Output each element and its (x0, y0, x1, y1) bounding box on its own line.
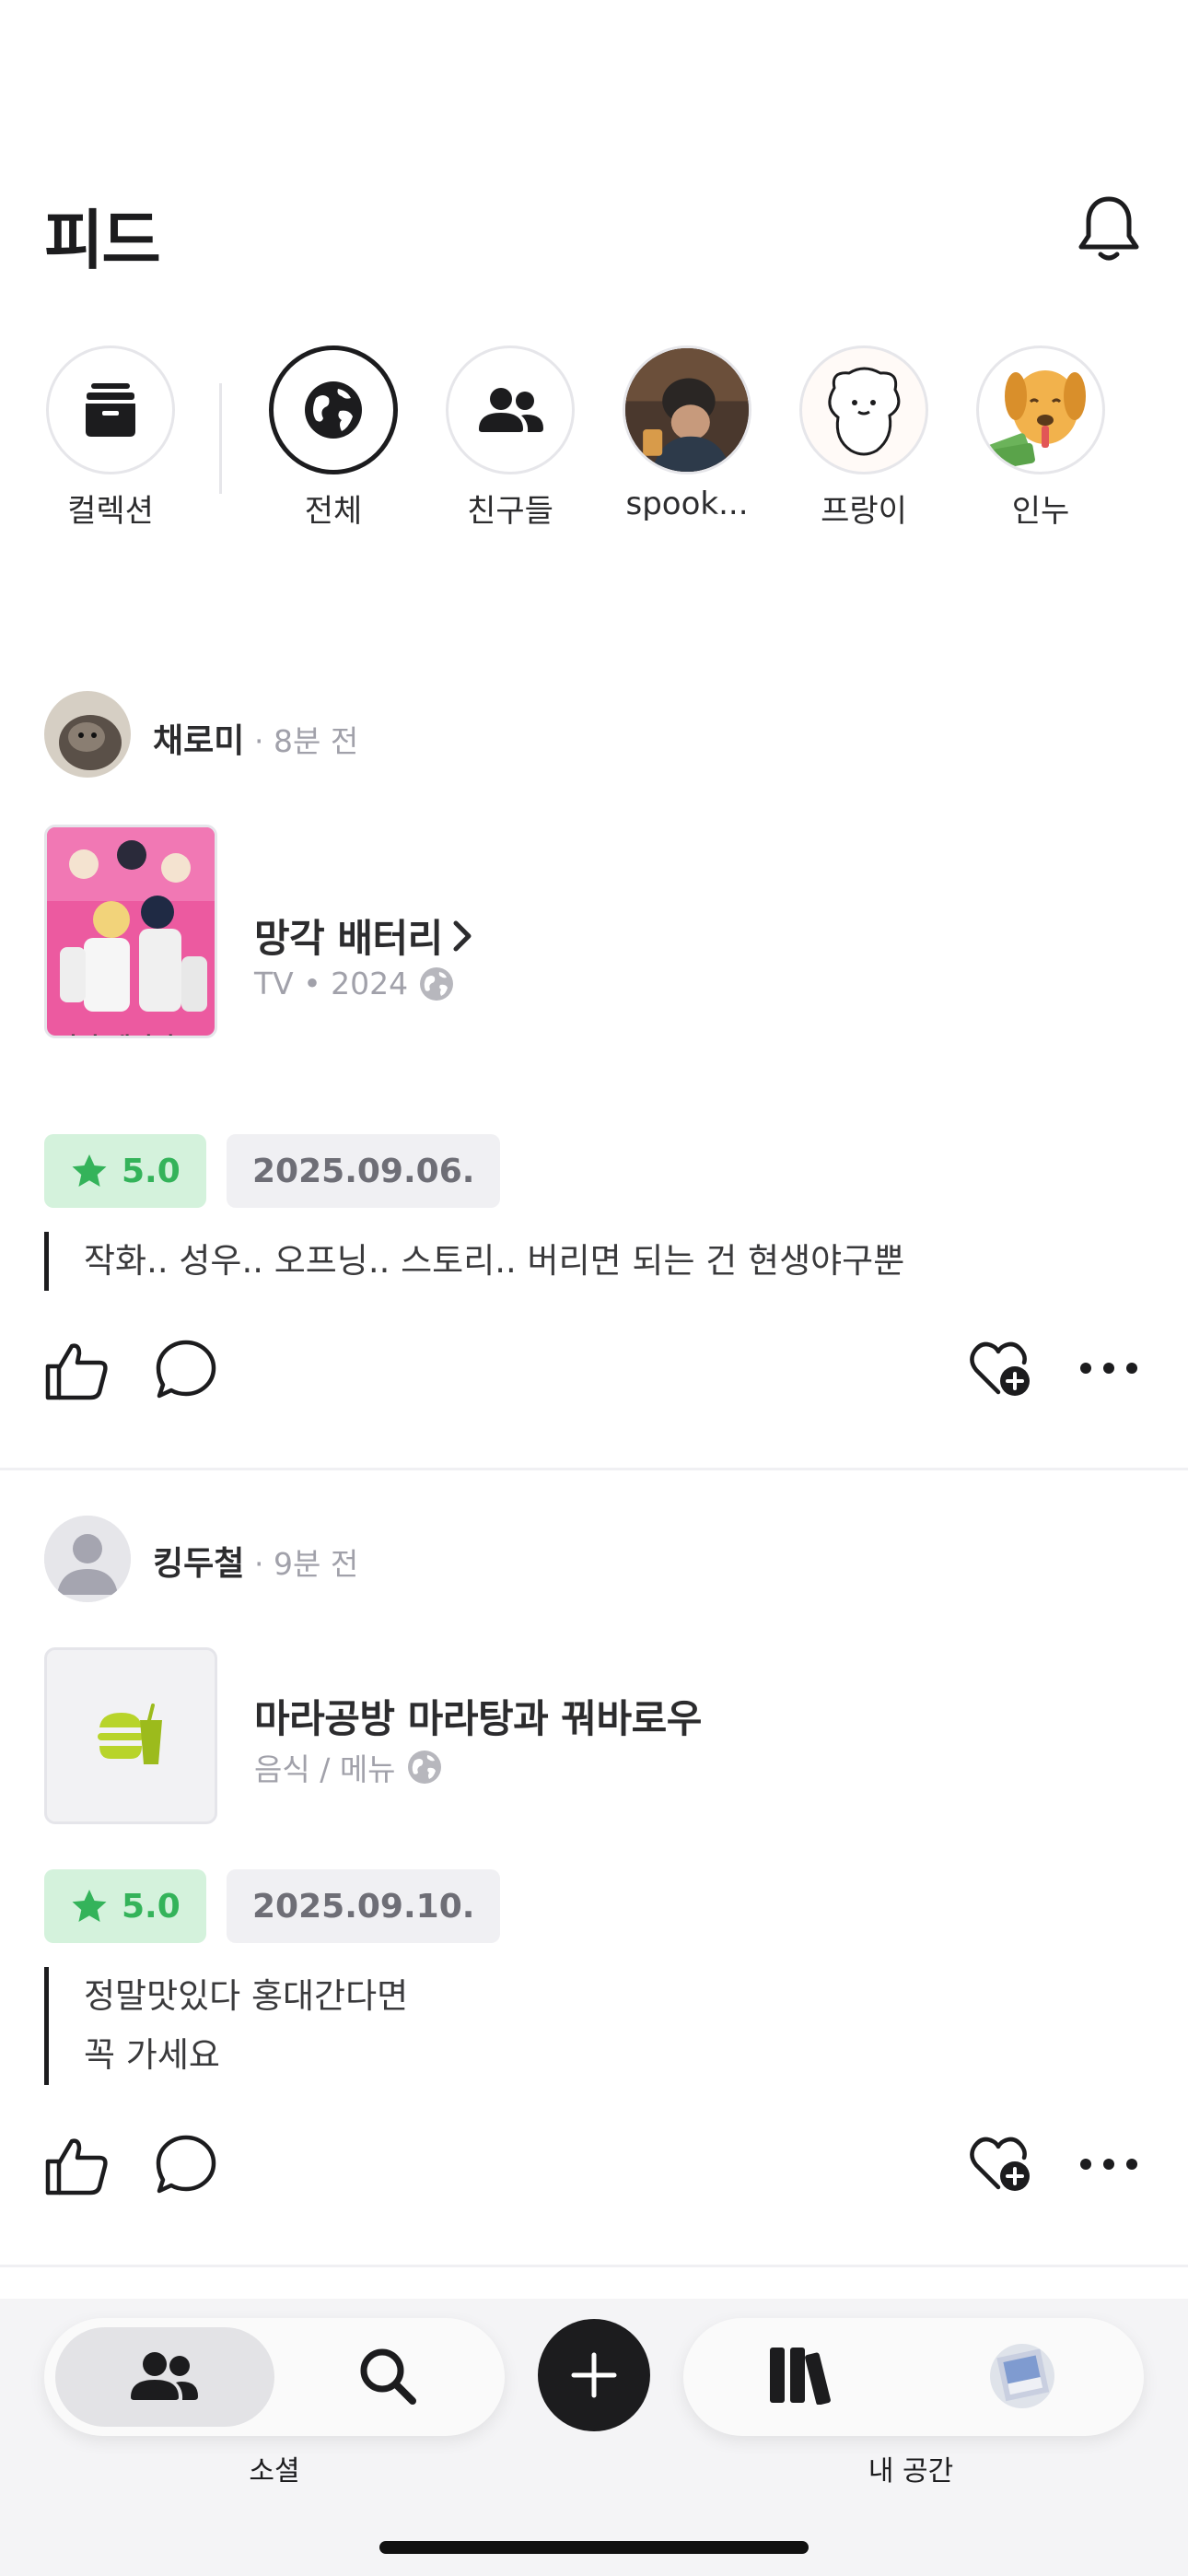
search-icon (360, 2348, 416, 2405)
story-label: 프랑이 (821, 493, 907, 530)
heart-add-button[interactable] (967, 2134, 1033, 2195)
rating-value: 5.0 (122, 1152, 181, 1190)
item-meta-text: TV • 2024 (254, 966, 409, 1001)
item-title: 망각 배터리 (254, 916, 443, 961)
comment-button[interactable] (155, 1339, 217, 1401)
chevron-right-icon (452, 919, 472, 953)
search-button[interactable] (357, 2346, 418, 2406)
date-badge: 2025.09.10. (227, 1869, 501, 1943)
post-time: · 8분 전 (254, 723, 359, 759)
globe-icon (407, 1750, 442, 1785)
rating-value: 5.0 (122, 1887, 181, 1926)
comment-button[interactable] (155, 2134, 217, 2196)
review-text: 작화.. 성우.. 오프닝.. 스토리.. 버리면 되는 건 현생야구뿐 (44, 1232, 904, 1291)
story-label: 친구들 (467, 493, 553, 530)
item-thumbnail[interactable] (44, 1647, 217, 1824)
story-label: 컬렉션 (67, 493, 154, 530)
date-badge: 2025.09.06. (227, 1134, 501, 1208)
avatar[interactable] (44, 691, 131, 778)
author-name[interactable]: 채로미 (153, 714, 244, 762)
item-meta: 음식 / 메뉴 (254, 1745, 442, 1789)
globe-icon (419, 966, 454, 1001)
dog-icon (976, 345, 1105, 474)
users-icon (446, 345, 575, 474)
plus-icon (571, 2352, 617, 2398)
add-button[interactable] (538, 2319, 650, 2431)
item-title-link[interactable]: 망각 배터리 (254, 907, 472, 964)
review-line: 작화.. 성우.. 오프닝.. 스토리.. 버리면 되는 건 현생야구뿐 (84, 1241, 905, 1281)
globe-icon (269, 345, 398, 474)
like-button[interactable] (44, 2136, 111, 2196)
item-title[interactable]: 마라공방 마라탕과 꿔바로우 (254, 1688, 702, 1744)
author-name[interactable]: 킹두철 (153, 1537, 244, 1585)
archive-box-icon (46, 345, 175, 474)
my-space-tab-label: 내 공간 (868, 2455, 954, 2488)
avatar[interactable] (44, 1516, 131, 1602)
rating-badge: 5.0 (44, 1869, 206, 1943)
home-indicator (379, 2541, 809, 2554)
story-friends[interactable]: 친구들 (437, 345, 584, 531)
avatar (623, 345, 751, 474)
item-meta-text: 음식 / 메뉴 (254, 1751, 396, 1787)
item-poster[interactable]: 망각 배터리 (44, 825, 217, 1038)
library-button[interactable] (768, 2346, 834, 2405)
food-icon (98, 1704, 164, 1768)
bear-drawing-icon (799, 345, 928, 474)
stories-divider (219, 383, 222, 494)
review-text: 정말맛있다 홍대간다면 꼭 가세요 (44, 1967, 408, 2085)
post-divider (0, 2265, 1188, 2267)
like-button[interactable] (44, 1341, 111, 1401)
story-user-frangi[interactable]: 프랑이 (790, 345, 938, 531)
library-icon (770, 2348, 831, 2405)
item-meta: TV • 2024 (254, 966, 454, 1001)
more-options-button[interactable] (1079, 2158, 1138, 2171)
my-space-avatar[interactable] (990, 2344, 1054, 2408)
story-all[interactable]: 전체 (260, 345, 407, 531)
story-label: spook... (625, 486, 749, 522)
story-user-spook[interactable]: spook... (613, 345, 761, 522)
post-time: · 9분 전 (254, 1546, 359, 1582)
page-title: 피드 (44, 203, 161, 278)
poster-text: 망각 배터리 (56, 1028, 175, 1036)
bell-icon[interactable] (1076, 193, 1142, 265)
post-divider (0, 1468, 1188, 1470)
review-line: 꼭 가세요 (84, 2035, 220, 2075)
more-options-button[interactable] (1079, 1362, 1138, 1375)
story-collection[interactable]: 컬렉션 (37, 345, 184, 531)
review-line: 정말맛있다 홍대간다면 (84, 1976, 409, 2016)
bottom-nav-right-group (683, 2318, 1144, 2436)
users-icon (131, 2352, 198, 2400)
story-label: 인누 (1011, 493, 1070, 530)
story-label: 전체 (304, 493, 363, 530)
heart-add-button[interactable] (967, 1339, 1033, 1399)
star-icon (70, 1888, 109, 1925)
star-icon (70, 1153, 109, 1189)
social-tab[interactable] (129, 2351, 199, 2401)
story-user-innu[interactable]: 인누 (967, 345, 1114, 531)
rating-badge: 5.0 (44, 1134, 206, 1208)
social-tab-label: 소셜 (249, 2455, 300, 2488)
